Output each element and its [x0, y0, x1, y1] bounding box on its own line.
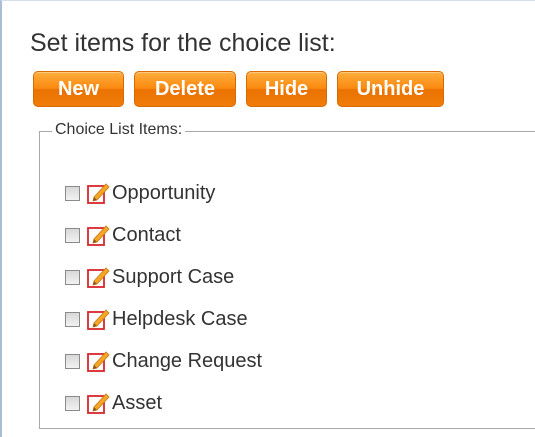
list-item: Contact: [65, 214, 262, 256]
item-label: Opportunity: [112, 181, 216, 204]
edit-icon[interactable]: [86, 265, 110, 289]
list-item: Change Request: [65, 340, 262, 382]
item-label: Helpdesk Case: [112, 307, 248, 330]
item-label: Asset: [112, 391, 163, 414]
item-label: Support Case: [112, 265, 235, 288]
unhide-button[interactable]: Unhide: [337, 71, 444, 107]
toolbar: New Delete Hide Unhide: [33, 71, 444, 107]
choice-list-items-legend: Choice List Items:: [52, 121, 186, 139]
list-item: Opportunity: [65, 172, 262, 214]
list-item: Support Case: [65, 256, 262, 298]
hide-button[interactable]: Hide: [246, 71, 327, 107]
choice-list-items-group: Choice List Items: Opportunity Contact S…: [39, 121, 535, 429]
new-button[interactable]: New: [33, 71, 124, 107]
item-checkbox[interactable]: [65, 353, 80, 369]
choice-list-panel: Set items for the choice list: New Delet…: [0, 0, 535, 437]
item-checkbox[interactable]: [65, 227, 80, 243]
delete-button[interactable]: Delete: [134, 71, 236, 107]
item-label: Contact: [112, 223, 181, 246]
item-label: Change Request: [112, 349, 263, 372]
edit-icon[interactable]: [86, 349, 110, 373]
choice-list-items: Opportunity Contact Support Case Helpdes…: [65, 172, 262, 424]
item-checkbox[interactable]: [65, 185, 80, 201]
edit-icon[interactable]: [86, 181, 110, 205]
item-checkbox[interactable]: [65, 269, 80, 285]
list-item: Helpdesk Case: [65, 298, 262, 340]
item-checkbox[interactable]: [65, 395, 80, 411]
page-title: Set items for the choice list:: [30, 29, 336, 57]
edit-icon[interactable]: [86, 223, 110, 247]
item-checkbox[interactable]: [65, 311, 80, 327]
edit-icon[interactable]: [86, 391, 110, 415]
list-item: Asset: [65, 382, 262, 424]
edit-icon[interactable]: [86, 307, 110, 331]
